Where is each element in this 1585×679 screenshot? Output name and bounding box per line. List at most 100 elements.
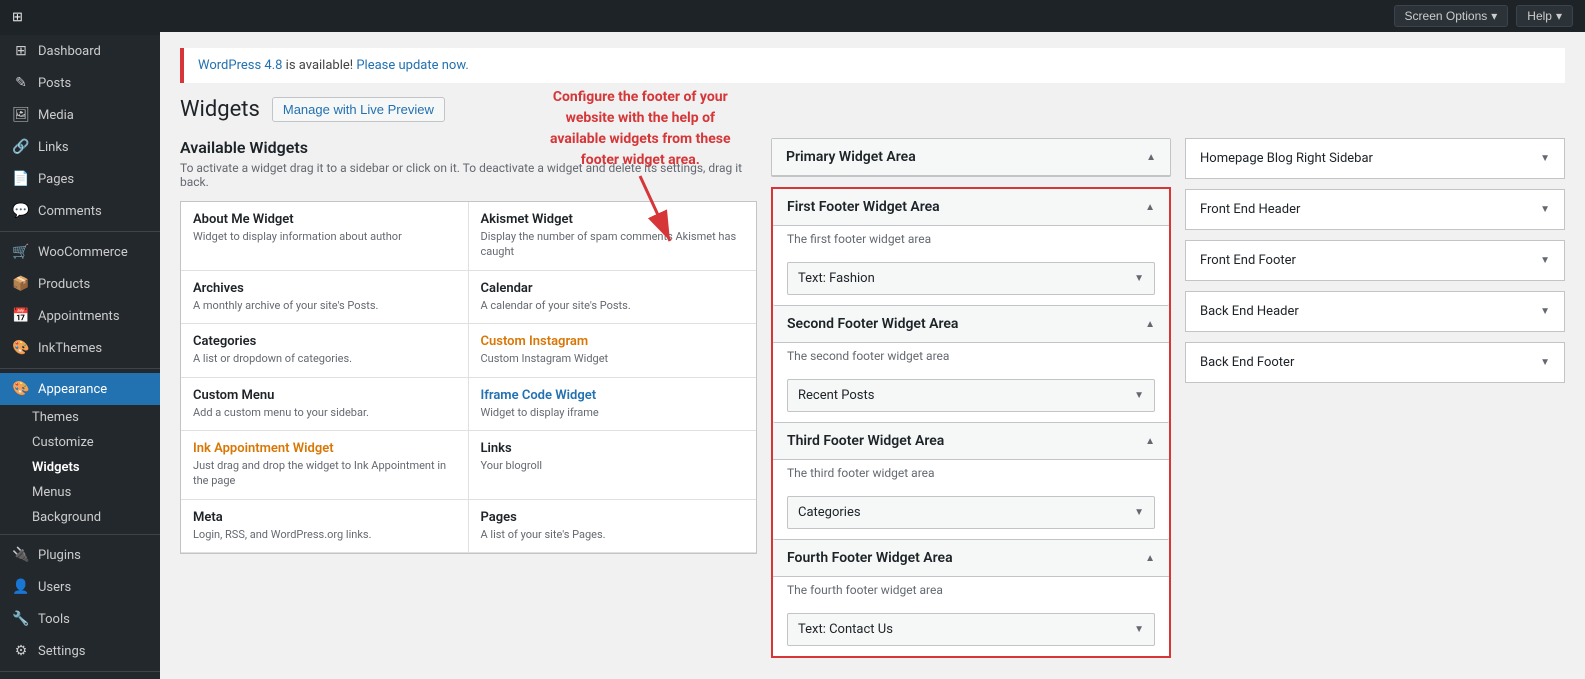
sidebar-sub-customize[interactable]: Customize <box>0 430 160 455</box>
third-footer-title: Third Footer Widget Area <box>787 433 944 449</box>
widget-item[interactable]: Meta Login, RSS, and WordPress.org links… <box>181 500 469 553</box>
widget-title: Custom Instagram <box>481 334 745 349</box>
sidebar-item-appointments[interactable]: 📅 Appointments <box>0 300 160 332</box>
sidebar-sub-background[interactable]: Background <box>0 505 160 530</box>
sidebar-item-label: Plugins <box>38 548 81 563</box>
posts-icon: ✎ <box>12 75 30 91</box>
sidebar-item-comments[interactable]: 💬 Comments <box>0 195 160 227</box>
sidebar-item-appearance[interactable]: 🎨 Appearance <box>0 373 160 405</box>
sidebar-item-links[interactable]: 🔗 Links <box>0 131 160 163</box>
sidebar-sub-menus[interactable]: Menus <box>0 480 160 505</box>
second-footer-title: Second Footer Widget Area <box>787 316 958 332</box>
right-panel-chevron: ▼ <box>1540 204 1550 215</box>
widget-title: Meta <box>193 510 456 525</box>
widget-desc: Login, RSS, and WordPress.org links. <box>193 527 456 542</box>
widget-item[interactable]: Calendar A calendar of your site's Posts… <box>469 271 757 324</box>
sidebar-item-media[interactable]: 🖼 Media <box>0 99 160 131</box>
right-panel-header[interactable]: Front End Header ▼ <box>1186 190 1564 229</box>
widget-item[interactable]: Pages A list of your site's Pages. <box>469 500 757 553</box>
primary-widget-area-header[interactable]: Primary Widget Area ▲ <box>772 139 1170 176</box>
widget-desc: A list of your site's Pages. <box>481 527 745 542</box>
right-panel-header[interactable]: Front End Footer ▼ <box>1186 241 1564 280</box>
first-footer-widget-slot[interactable]: Text: Fashion ▼ <box>787 262 1155 295</box>
widget-desc: Widget to display information about auth… <box>193 229 456 244</box>
third-footer-widget-slot[interactable]: Categories ▼ <box>787 496 1155 529</box>
widget-item[interactable]: About Me Widget Widget to display inform… <box>181 202 469 271</box>
widget-item[interactable]: Links Your blogroll <box>469 431 757 500</box>
right-panel-header[interactable]: Homepage Blog Right Sidebar ▼ <box>1186 139 1564 178</box>
sidebar-item-settings[interactable]: ⚙ Settings <box>0 635 160 667</box>
right-panel-title: Back End Footer <box>1200 355 1294 370</box>
sidebar-item-inkthemes[interactable]: 🎨 InkThemes <box>0 332 160 364</box>
sidebar-item-products[interactable]: 📦 Products <box>0 268 160 300</box>
second-footer-widget-slot[interactable]: Recent Posts ▼ <box>787 379 1155 412</box>
widget-item[interactable]: Akismet Widget Display the number of spa… <box>469 202 757 271</box>
primary-widget-area-panel: Primary Widget Area ▲ <box>771 138 1171 177</box>
widget-item[interactable]: Custom Menu Add a custom menu to your si… <box>181 378 469 431</box>
sidebar-sub-widgets[interactable]: Widgets <box>0 455 160 480</box>
help-button[interactable]: Help ▾ <box>1516 5 1573 27</box>
sidebar-sub-themes[interactable]: Themes <box>0 405 160 430</box>
sidebar-item-label: Products <box>38 277 90 292</box>
fourth-footer-widget-slot[interactable]: Text: Contact Us ▼ <box>787 613 1155 646</box>
screen-options-button[interactable]: Screen Options ▾ <box>1394 5 1509 27</box>
sidebar-item-pages[interactable]: 📄 Pages <box>0 163 160 195</box>
sidebar-item-woocommerce[interactable]: 🛒 WooCommerce <box>0 236 160 268</box>
fourth-footer-title: Fourth Footer Widget Area <box>787 550 953 566</box>
right-panel-front-end-header: Front End Header ▼ <box>1185 189 1565 230</box>
comments-icon: 💬 <box>12 203 30 219</box>
first-footer-header[interactable]: First Footer Widget Area ▲ <box>773 189 1169 226</box>
footer-areas-highlighted: First Footer Widget Area ▲ The first foo… <box>771 187 1171 658</box>
widget-item[interactable]: Archives A monthly archive of your site'… <box>181 271 469 324</box>
widget-title: Calendar <box>481 281 745 296</box>
right-panel-back-end-header: Back End Header ▼ <box>1185 291 1565 332</box>
widget-item[interactable]: Ink Appointment Widget Just drag and dro… <box>181 431 469 500</box>
footer-widget-areas: Primary Widget Area ▲ First Footer Widge… <box>771 138 1171 658</box>
third-footer-content: Categories ▼ <box>773 488 1169 539</box>
sidebar-item-plugins[interactable]: 🔌 Plugins <box>0 539 160 571</box>
widget-desc: A monthly archive of your site's Posts. <box>193 298 456 313</box>
sidebar-item-label: InkThemes <box>38 341 102 356</box>
widget-item[interactable]: Iframe Code Widget Widget to display ifr… <box>469 378 757 431</box>
right-panel-front-end-footer: Front End Footer ▼ <box>1185 240 1565 281</box>
widget-item[interactable]: Custom Instagram Custom Instagram Widget <box>469 324 757 377</box>
third-footer-widget-title: Categories <box>798 505 861 520</box>
widget-desc: A calendar of your site's Posts. <box>481 298 745 313</box>
sidebar-item-label: Media <box>38 108 74 123</box>
sidebar-sub-label: Menus <box>32 485 71 500</box>
sidebar-sub-label: Background <box>32 510 101 525</box>
sidebar-item-users[interactable]: 👤 Users <box>0 571 160 603</box>
second-footer-slot-chevron: ▼ <box>1134 390 1144 401</box>
topbar: Screen Options ▾ Help ▾ <box>160 0 1585 32</box>
sidebar-item-tools[interactable]: 🔧 Tools <box>0 603 160 635</box>
widget-item[interactable]: Categories A list or dropdown of categor… <box>181 324 469 377</box>
widget-title: Custom Menu <box>193 388 456 403</box>
tools-icon: 🔧 <box>12 611 30 627</box>
sidebar-item-label: WooCommerce <box>38 245 128 260</box>
update-link[interactable]: Please update now. <box>356 58 468 73</box>
second-footer-widget-title: Recent Posts <box>798 388 874 403</box>
right-panel-homepage-blog-right-sidebar: Homepage Blog Right Sidebar ▼ <box>1185 138 1565 179</box>
second-footer-header[interactable]: Second Footer Widget Area ▲ <box>773 306 1169 343</box>
update-version-link[interactable]: WordPress 4.8 <box>198 58 282 73</box>
live-preview-button[interactable]: Manage with Live Preview <box>272 97 445 122</box>
sidebar-item-posts[interactable]: ✎ Posts <box>0 67 160 99</box>
fourth-footer-chevron: ▲ <box>1145 553 1155 564</box>
third-footer-header[interactable]: Third Footer Widget Area ▲ <box>773 423 1169 460</box>
sidebar: ⊞ ⊞ Dashboard ✎ Posts 🖼 Media 🔗 Links 📄 … <box>0 0 160 679</box>
right-panel-header[interactable]: Back End Footer ▼ <box>1186 343 1564 382</box>
sidebar-sub-label: Themes <box>32 410 79 425</box>
sidebar-item-dashboard[interactable]: ⊞ Dashboard <box>0 35 160 67</box>
right-panel-chevron: ▼ <box>1540 153 1550 164</box>
sidebar-item-label: Settings <box>38 644 85 659</box>
third-footer-desc: The third footer widget area <box>773 460 1169 488</box>
right-panel-header[interactable]: Back End Header ▼ <box>1186 292 1564 331</box>
fourth-footer-content: Text: Contact Us ▼ <box>773 605 1169 656</box>
widget-title: Links <box>481 441 745 456</box>
sidebar-item-label: Appointments <box>38 309 120 324</box>
fourth-footer-header[interactable]: Fourth Footer Widget Area ▲ <box>773 540 1169 577</box>
sidebar-item-label: Users <box>38 580 71 595</box>
widget-title: Archives <box>193 281 456 296</box>
screen-options-label: Screen Options <box>1405 9 1488 23</box>
sidebar-sub-label: Widgets <box>32 460 80 475</box>
